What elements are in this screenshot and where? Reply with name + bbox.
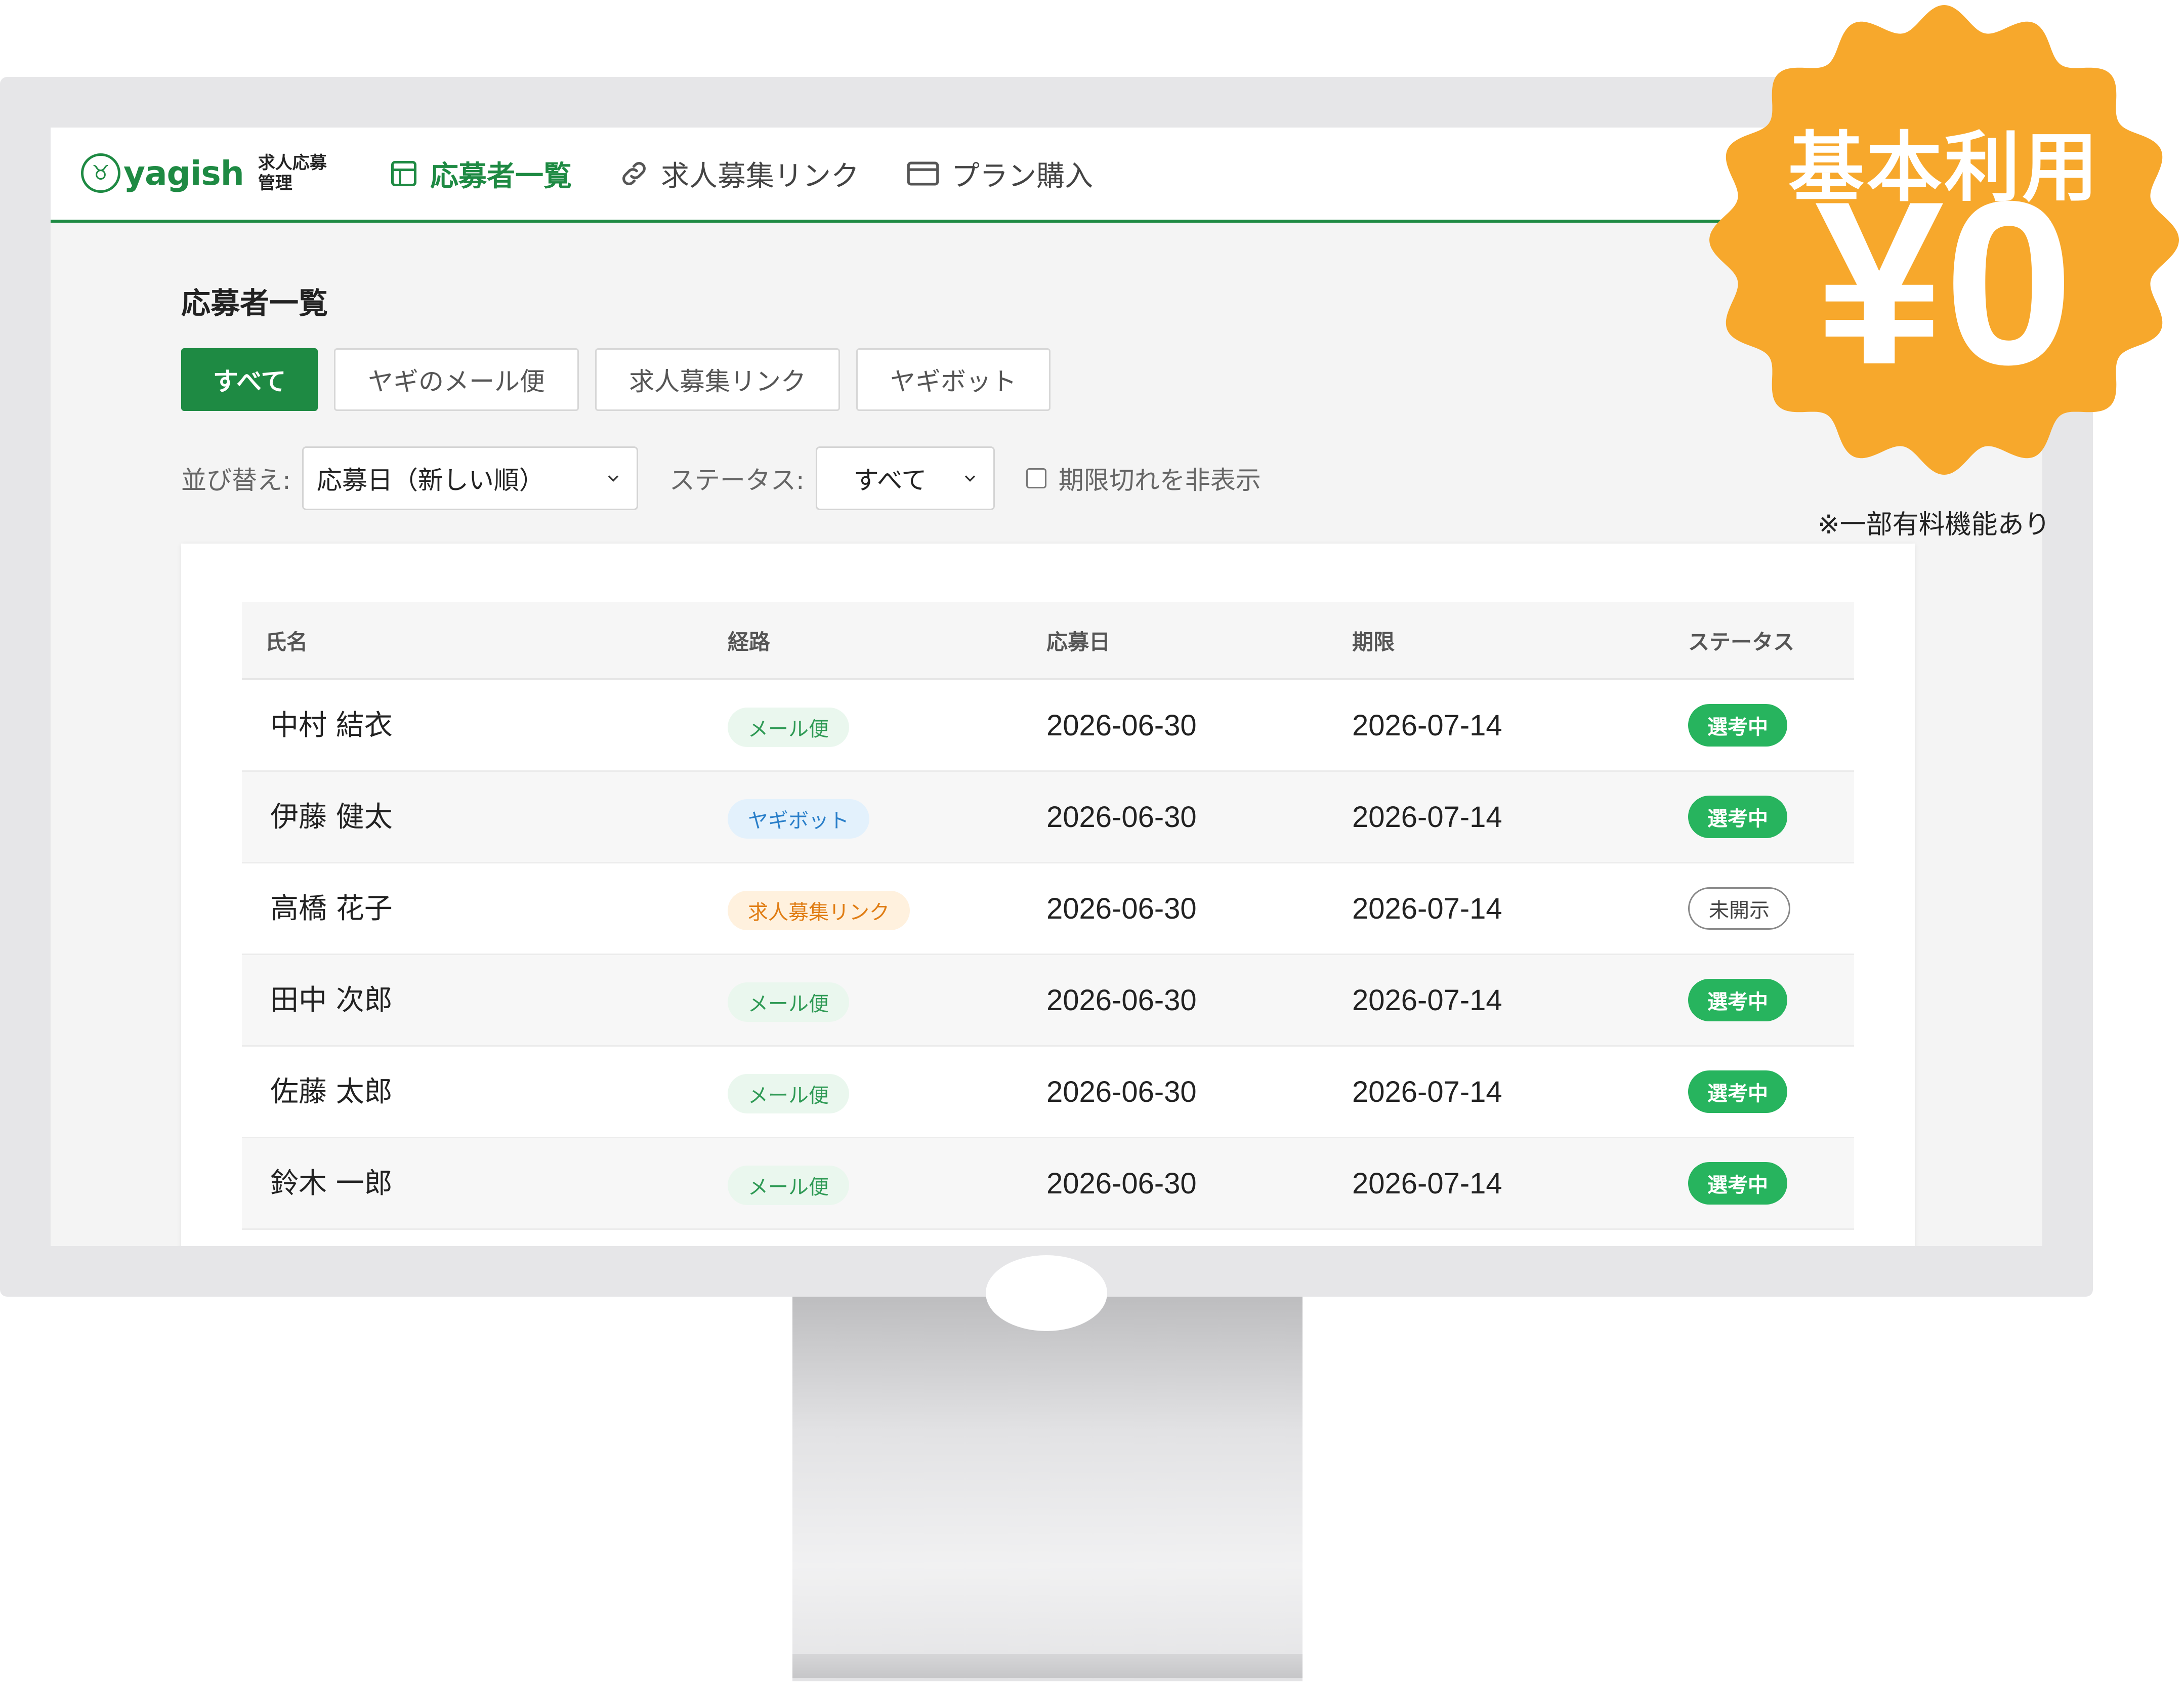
route-badge: メール便 — [728, 982, 849, 1022]
status-badge: 選考中 — [1688, 1070, 1787, 1113]
route-badge: ヤギボット — [728, 799, 869, 839]
route-badge: メール便 — [728, 1166, 849, 1205]
column-header-route[interactable]: 経路 — [728, 602, 770, 678]
table-row-partial — [242, 1230, 1854, 1246]
nav-plan-purchase-label: プラン購入 — [951, 159, 1093, 193]
route-badge: メール便 — [728, 1074, 849, 1113]
table-icon — [391, 161, 416, 186]
logo-subtitle-line1: 求人応募 — [258, 153, 327, 173]
tab-yagibot[interactable]: ヤギボット — [856, 348, 1051, 411]
table-row[interactable]: 鈴木 一郎 メール便 2026-06-30 2026-07-14 選考中 — [242, 1138, 1854, 1230]
source-tabs: すべて ヤギのメール便 求人募集リンク ヤギボット — [181, 348, 1067, 411]
deadline-date: 2026-07-14 — [1352, 892, 1502, 925]
sort-label: 並び替え: — [181, 466, 291, 495]
status-badge: 未開示 — [1688, 887, 1790, 930]
tab-recruit-link[interactable]: 求人募集リンク — [595, 348, 840, 411]
page-title: 応募者一覧 — [181, 286, 328, 320]
main-nav: 応募者一覧 求人募集リンク プラン購入 — [389, 128, 1140, 220]
deadline-date: 2026-07-14 — [1352, 1075, 1502, 1108]
applicant-name[interactable]: 佐藤 太郎 — [270, 1069, 393, 1110]
tab-all[interactable]: すべて — [181, 348, 318, 411]
badge-price: ¥0 — [1815, 153, 2074, 413]
nav-recruit-link-label: 求人募集リンク — [661, 159, 859, 193]
logo-subtitle-line2: 管理 — [258, 173, 292, 193]
hide-expired-toggle[interactable]: 期限切れを非表示 — [1026, 460, 1261, 497]
logo-subtitle: 求人応募 管理 — [258, 153, 327, 193]
table-row[interactable]: 中村 結衣 メール便 2026-06-30 2026-07-14 選考中 — [242, 680, 1854, 772]
monitor-stand — [792, 1297, 1303, 1681]
applicant-name[interactable]: 鈴木 一郎 — [270, 1161, 393, 1202]
column-header-applied[interactable]: 応募日 — [1046, 602, 1110, 678]
price-badge: 基本利用 ¥0 — [1704, 0, 2184, 486]
chevron-down-icon — [608, 475, 619, 482]
goat-logo-icon: ♉ — [81, 153, 120, 193]
status-badge: 選考中 — [1688, 979, 1787, 1021]
link-icon — [622, 162, 646, 185]
status-badge: 選考中 — [1688, 704, 1787, 747]
credit-card-icon — [907, 161, 939, 186]
applicants-card: 氏名 経路 応募日 期限 ステータス 中村 結衣 メール便 2026-06-30… — [181, 544, 1915, 1246]
column-header-name[interactable]: 氏名 — [265, 602, 308, 678]
deadline-date: 2026-07-14 — [1352, 800, 1502, 834]
chevron-down-icon — [964, 475, 975, 482]
applied-date: 2026-06-30 — [1046, 1075, 1197, 1108]
table-row[interactable]: 伊藤 健太 ヤギボット 2026-06-30 2026-07-14 選考中 — [242, 772, 1854, 863]
sort-select[interactable]: 応募日（新しい順） — [302, 446, 638, 510]
applicant-name[interactable]: 中村 結衣 — [270, 702, 393, 743]
status-select[interactable]: すべて — [815, 446, 995, 510]
applicants-table: 氏名 経路 応募日 期限 ステータス 中村 結衣 メール便 2026-06-30… — [242, 602, 1854, 1246]
table-row[interactable]: 佐藤 太郎 メール便 2026-06-30 2026-07-14 選考中 — [242, 1047, 1854, 1138]
applied-date: 2026-06-30 — [1046, 709, 1197, 742]
column-header-deadline[interactable]: 期限 — [1352, 602, 1395, 678]
deadline-date: 2026-07-14 — [1352, 1167, 1502, 1200]
nav-applicants[interactable]: 応募者一覧 — [389, 153, 572, 194]
table-row[interactable]: 高橋 花子 求人募集リンク 2026-06-30 2026-07-14 未開示 — [242, 863, 1854, 955]
column-header-status[interactable]: ステータス — [1688, 602, 1794, 678]
route-badge: 求人募集リンク — [728, 891, 910, 930]
applied-date: 2026-06-30 — [1046, 983, 1197, 1017]
status-badge: 選考中 — [1688, 796, 1787, 838]
applicant-name[interactable]: 田中 次郎 — [270, 977, 393, 1018]
route-badge: メール便 — [728, 708, 849, 747]
filter-bar: 並び替え: 応募日（新しい順） ステータス: すべて 期限切れを非表示 — [181, 446, 1261, 510]
stand-foot — [792, 1654, 1303, 1678]
nav-recruit-link[interactable]: 求人募集リンク — [618, 153, 859, 194]
hide-expired-checkbox[interactable] — [1026, 468, 1046, 488]
applied-date: 2026-06-30 — [1046, 800, 1197, 834]
applicant-name[interactable]: 高橋 花子 — [270, 886, 393, 927]
stand-notch — [986, 1255, 1107, 1331]
applied-date: 2026-06-30 — [1046, 1167, 1197, 1200]
status-select-value: すべて — [853, 466, 927, 495]
sort-select-value: 応募日（新しい順） — [316, 466, 544, 495]
applied-date: 2026-06-30 — [1046, 892, 1197, 925]
applicant-name[interactable]: 伊藤 健太 — [270, 794, 393, 835]
hide-expired-label: 期限切れを非表示 — [1058, 466, 1261, 495]
badge-note: ※一部有料機能あり — [1818, 510, 2050, 540]
nav-plan-purchase[interactable]: プラン購入 — [906, 153, 1093, 194]
deadline-date: 2026-07-14 — [1352, 983, 1502, 1017]
status-badge: 選考中 — [1688, 1162, 1787, 1205]
table-header: 氏名 経路 応募日 期限 ステータス — [242, 602, 1854, 680]
nav-applicants-label: 応募者一覧 — [430, 159, 572, 193]
deadline-date: 2026-07-14 — [1352, 709, 1502, 742]
table-row[interactable]: 田中 次郎 メール便 2026-06-30 2026-07-14 選考中 — [242, 955, 1854, 1047]
tab-mail[interactable]: ヤギのメール便 — [334, 348, 579, 411]
status-filter-label: ステータス: — [669, 466, 805, 495]
logo[interactable]: ♉ yagish 求人応募 管理 — [81, 148, 327, 198]
logo-wordmark: yagish — [123, 153, 244, 193]
